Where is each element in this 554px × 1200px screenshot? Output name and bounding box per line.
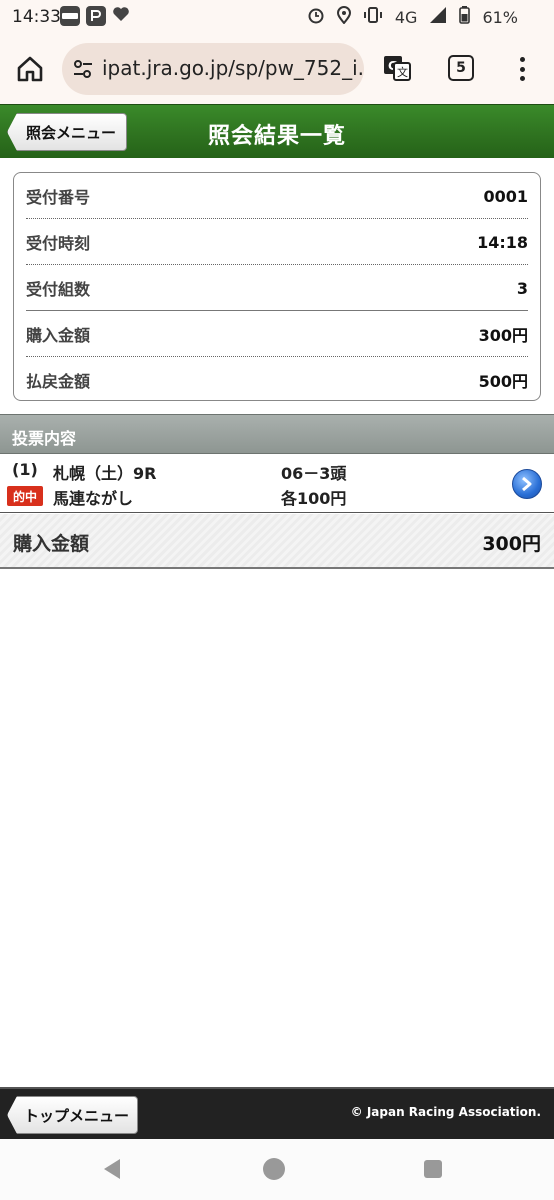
battery-percent: 61% xyxy=(482,7,518,27)
vibrate-icon xyxy=(363,6,383,28)
ticket-count-value: 3 xyxy=(516,278,528,298)
home-circle-icon[interactable] xyxy=(263,1158,285,1180)
location-icon xyxy=(336,6,351,28)
chevron-right-icon[interactable] xyxy=(512,469,542,499)
system-navigation-bar xyxy=(0,1139,554,1200)
race-name: 札幌（土）9R xyxy=(53,464,157,483)
back-icon[interactable] xyxy=(104,1159,120,1179)
home-icon[interactable] xyxy=(14,53,46,85)
status-bar: 14:33 4G 61% xyxy=(0,0,554,34)
svg-text:文: 文 xyxy=(397,65,408,79)
purchase-total-value: 300円 xyxy=(482,533,541,555)
alarm-icon xyxy=(307,6,325,28)
payout-amount-value: 500円 xyxy=(478,372,528,391)
browser-toolbar: ipat.jra.go.jp/sp/pw_752_i.cg G文 5 xyxy=(0,34,554,104)
receipt-summary-card: 受付番号 0001 受付時刻 14:18 受付組数 3 購入金額 300円 払戻… xyxy=(13,172,541,401)
ticket-count-label: 受付組数 xyxy=(26,280,91,299)
summary-row: 受付時刻 14:18 xyxy=(26,219,528,265)
summary-row: 受付番号 0001 xyxy=(26,173,528,219)
top-menu-button[interactable]: トップメニュー xyxy=(7,1096,139,1134)
signal-icon xyxy=(429,6,447,28)
bet-index: (1) xyxy=(12,460,38,479)
purchase-amount-label: 購入金額 xyxy=(26,326,91,345)
page-title: 照会結果一覧 xyxy=(207,124,346,149)
pass-icon xyxy=(60,6,80,26)
recent-apps-icon[interactable] xyxy=(424,1160,442,1178)
receipt-number-label: 受付番号 xyxy=(26,188,91,207)
status-time: 14:33 xyxy=(12,7,61,27)
purchase-total-label: 購入金額 xyxy=(13,533,90,555)
network-type: 4G xyxy=(394,7,418,27)
tab-switcher-button[interactable]: 5 xyxy=(448,55,474,81)
summary-row: 払戻金額 500円 xyxy=(26,357,528,403)
bet-unit-amount: 各100円 xyxy=(281,489,347,508)
bet-list-item[interactable]: (1) 札幌（土）9R 06－3頭 的中 馬連ながし 各100円 xyxy=(0,455,554,513)
translate-icon[interactable]: G文 xyxy=(382,53,412,83)
page-footer: トップメニュー © Japan Racing Association. xyxy=(0,1087,554,1139)
bet-type: 馬連ながし xyxy=(53,489,134,508)
bet-content-header: 投票内容 xyxy=(0,414,554,454)
summary-row: 購入金額 300円 xyxy=(26,311,528,357)
copyright-text: © Japan Racing Association. xyxy=(350,1105,541,1119)
receipt-number-value: 0001 xyxy=(483,186,528,206)
purchase-amount-value: 300円 xyxy=(478,326,528,345)
address-bar[interactable]: ipat.jra.go.jp/sp/pw_752_i.cg xyxy=(62,43,364,95)
overflow-menu-icon[interactable] xyxy=(510,54,534,84)
heart-icon xyxy=(112,6,130,26)
page-header: 照会メニュー 照会結果一覧 xyxy=(0,104,554,158)
purchase-total-row: 購入金額 300円 xyxy=(0,514,554,569)
hit-badge: 的中 xyxy=(7,486,43,506)
summary-row: 受付組数 3 xyxy=(26,265,528,311)
site-settings-icon[interactable] xyxy=(72,58,94,80)
paypay-icon xyxy=(86,6,106,26)
receipt-time-value: 14:18 xyxy=(477,232,528,252)
battery-icon xyxy=(459,6,471,28)
url-text: ipat.jra.go.jp/sp/pw_752_i.cg xyxy=(102,56,364,80)
payout-amount-label: 払戻金額 xyxy=(26,372,91,391)
receipt-time-label: 受付時刻 xyxy=(26,234,91,253)
bet-combination: 06－3頭 xyxy=(281,464,347,483)
